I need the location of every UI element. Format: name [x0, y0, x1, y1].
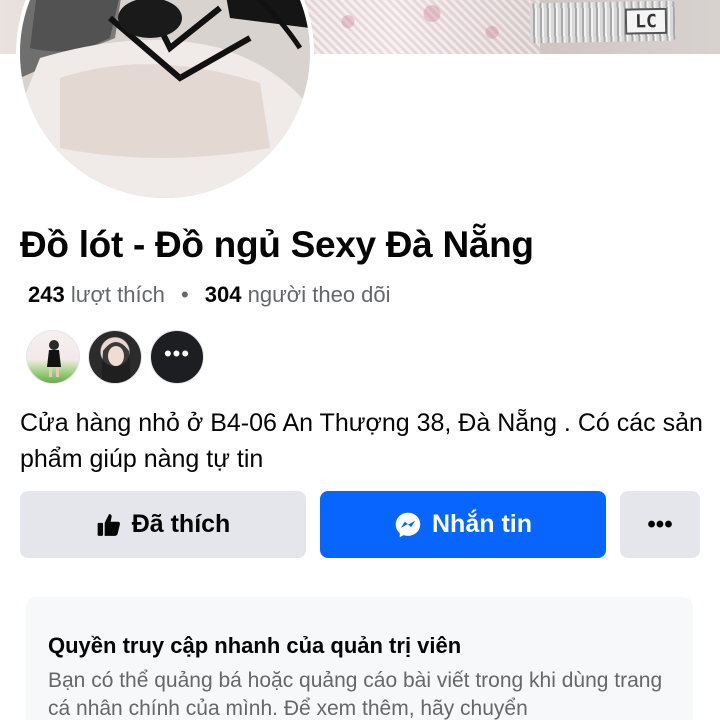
admin-card-title: Quyền truy cập nhanh của quản trị viên: [48, 633, 462, 658]
liked-button[interactable]: Đã thích: [20, 491, 306, 558]
admin-card-body: Bạn có thể quảng bá hoặc quảng cáo bài v…: [48, 669, 663, 720]
profile-photo-illustration: [20, 0, 310, 198]
profile-picture-image: [20, 0, 310, 198]
page-about: Cửa hàng nhỏ ở B4-06 An Thượng 38, Đà Nẵ…: [20, 409, 703, 473]
friend-avatar[interactable]: [26, 330, 80, 384]
more-options-icon: •••: [647, 510, 673, 538]
friend-avatar-image: [101, 342, 131, 383]
message-button-label: Nhắn tin: [432, 510, 532, 538]
likes-count[interactable]: 243: [28, 282, 65, 307]
page-stats: 243 lượt thích • 304 người theo dõi: [28, 282, 391, 308]
cover-lace-pattern: [300, 0, 540, 54]
thumbs-up-icon: [97, 513, 120, 536]
action-buttons: Đã thích Nhắn tin •••: [20, 491, 700, 558]
friend-avatar-image: [47, 340, 61, 377]
more-friends-button[interactable]: •••: [150, 330, 204, 384]
friend-avatar[interactable]: [88, 330, 142, 384]
more-friends-dots: •••: [163, 341, 191, 366]
likes-label[interactable]: lượt thích: [71, 282, 165, 307]
cover-strap-logo: LC: [624, 7, 668, 35]
message-button[interactable]: Nhắn tin: [320, 491, 606, 558]
messenger-icon: [395, 512, 421, 537]
followers-label[interactable]: người theo dõi: [248, 282, 391, 307]
friends-who-like: •••: [26, 330, 204, 384]
liked-button-label: Đã thích: [131, 510, 231, 538]
stats-separator: •: [180, 282, 189, 307]
cover-strap: LC: [529, 0, 676, 44]
followers-count[interactable]: 304: [205, 282, 242, 307]
more-options-button[interactable]: •••: [620, 491, 700, 558]
profile-picture[interactable]: [16, 0, 314, 202]
page-title: Đồ lót - Đồ ngủ Sexy Đà Nẵng: [20, 224, 534, 265]
admin-quick-access-card[interactable]: Quyền truy cập nhanh của quản trị viên B…: [26, 597, 693, 720]
